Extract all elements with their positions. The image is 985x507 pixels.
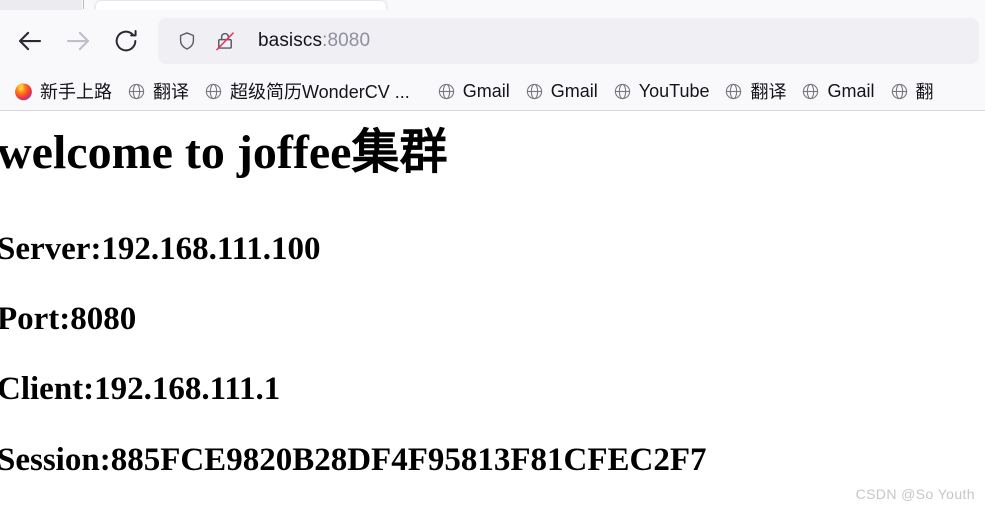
bookmark-item[interactable]: YouTube: [605, 76, 717, 106]
shield-icon[interactable]: [174, 28, 200, 54]
back-button[interactable]: [6, 20, 54, 62]
bookmark-label: Gmail: [550, 80, 598, 101]
watermark: CSDN @So Youth: [855, 486, 975, 502]
bookmark-item[interactable]: 翻译: [119, 76, 196, 106]
tab-strip: [0, 0, 985, 10]
port-line: Port:8080: [0, 301, 137, 337]
active-tab[interactable]: [96, 1, 386, 10]
arrow-left-icon: [15, 26, 45, 56]
page-title: welcome to joffee集群: [0, 126, 448, 179]
bookmark-label: 翻译: [750, 82, 787, 102]
globe-icon: [612, 81, 633, 102]
arrow-right-icon: [63, 26, 93, 56]
bookmark-item-truncated[interactable]: 翻: [882, 76, 941, 106]
bookmark-label: 翻: [915, 82, 934, 102]
bookmarks-bar: 新手上路 翻译 超级简历WonderCV ... Gmail Gmail You…: [0, 72, 985, 110]
url-text: basiscs:8080: [258, 30, 370, 52]
tab-strip-left-edge: [0, 0, 82, 10]
bookmark-item[interactable]: 翻译: [716, 76, 793, 106]
reload-button[interactable]: [102, 20, 150, 62]
url-port: :8080: [322, 30, 371, 51]
bookmark-label: 超级简历WonderCV ...: [230, 82, 410, 102]
forward-button[interactable]: [54, 20, 102, 62]
bookmark-label: 新手上路: [40, 82, 112, 102]
globe-icon: [800, 81, 821, 102]
globe-icon: [524, 81, 545, 102]
globe-icon: [889, 81, 910, 102]
bookmark-label: YouTube: [638, 80, 710, 101]
bookmark-item[interactable]: Gmail: [429, 76, 517, 106]
reload-icon: [112, 27, 140, 55]
address-bar[interactable]: basiscs:8080: [158, 18, 979, 64]
tab-strip-divider: [83, 0, 84, 9]
globe-icon: [203, 81, 224, 102]
globe-icon: [723, 81, 744, 102]
bookmark-item[interactable]: 新手上路: [6, 76, 119, 106]
session-line: Session:885FCE9820B28DF4F95813F81CFEC2F7: [0, 442, 707, 478]
url-host: basiscs: [258, 30, 323, 51]
bookmark-label: 翻译: [153, 82, 189, 102]
navigation-toolbar: basiscs:8080: [0, 10, 985, 72]
browser-chrome: basiscs:8080 新手上路 翻译 超级简历WonderCV ... Gm…: [0, 0, 985, 111]
globe-icon: [126, 81, 147, 102]
client-line: Client:192.168.111.1: [0, 371, 281, 407]
bookmark-label: Gmail: [462, 80, 510, 101]
globe-icon: [436, 81, 457, 102]
lock-crossed-icon[interactable]: [212, 28, 238, 54]
server-line: Server:192.168.111.100: [0, 231, 321, 267]
firefox-logo-icon: [13, 81, 34, 102]
bookmark-item[interactable]: 超级简历WonderCV ...: [196, 76, 417, 106]
page-content: welcome to joffee集群 Server:192.168.111.1…: [0, 111, 985, 507]
bookmark-item[interactable]: Gmail: [517, 76, 605, 106]
bookmark-label: Gmail: [827, 80, 875, 101]
bookmark-item[interactable]: Gmail: [793, 76, 881, 106]
